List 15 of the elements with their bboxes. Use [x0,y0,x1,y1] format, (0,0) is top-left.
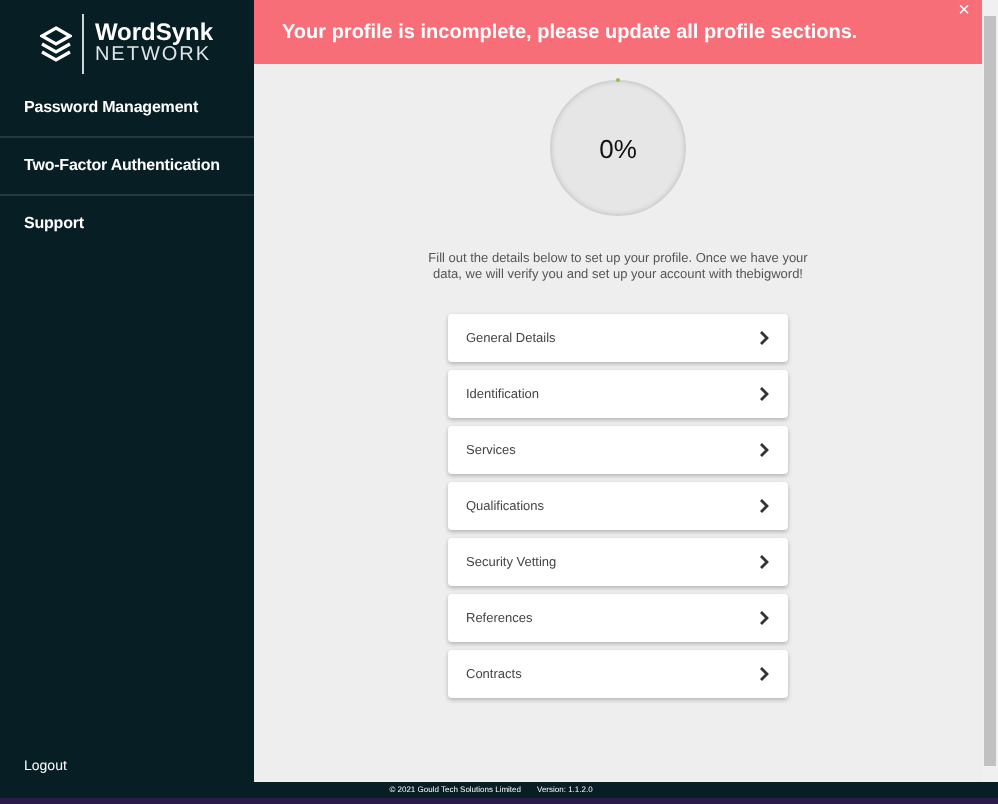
alert-message: Your profile is incomplete, please update all profile sections. [282,21,858,43]
chevron-right-icon [758,666,770,682]
chevron-right-icon [758,554,770,570]
logo-icon [40,26,73,62]
chevron-right-icon [758,330,770,346]
chevron-right-icon [758,610,770,626]
chevron-right-icon [758,498,770,514]
scrollbar-thumb[interactable] [984,16,996,766]
chevron-right-icon [758,386,770,402]
chevron-right-icon [758,442,770,458]
progress-percent: 0% [599,133,637,163]
logo-wordmark: WordSynk [94,20,214,44]
sidebar-item[interactable]: Password Management [0,84,254,136]
scrollbar[interactable] [982,0,998,782]
logo-subtitle: NETWORK [94,44,212,68]
